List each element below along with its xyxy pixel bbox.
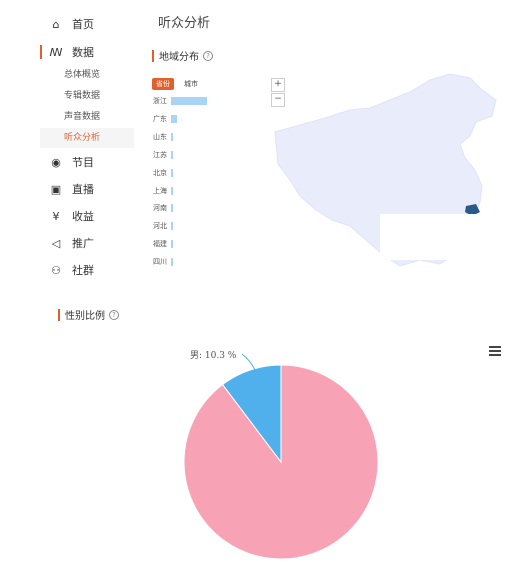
region-row[interactable]: 浙江	[153, 94, 263, 108]
region-bar	[171, 114, 178, 123]
region-bar	[171, 204, 173, 213]
region-bar-track	[171, 97, 251, 105]
gender-pie-chart	[183, 353, 379, 560]
region-row[interactable]: 四川	[153, 255, 263, 269]
page-title: 听众分析	[158, 16, 211, 31]
region-section-header: 地域分布 ?	[152, 48, 213, 63]
region-bar	[171, 132, 173, 141]
tab-province[interactable]: 省份	[152, 78, 174, 90]
sidebar-subitem-sound-data[interactable]: 声音数据	[40, 107, 134, 127]
promote-icon: ◁	[51, 236, 61, 250]
help-icon[interactable]: ?	[203, 50, 213, 61]
program-icon: ◉	[51, 155, 61, 169]
region-row[interactable]: 广东	[153, 112, 263, 126]
region-bar-track	[171, 258, 251, 267]
region-label: 河北	[153, 222, 167, 231]
chart-menu-icon[interactable]	[489, 346, 501, 356]
region-bar	[171, 258, 173, 267]
sidebar-item-label: 数据	[72, 46, 94, 59]
region-row[interactable]: 福建	[153, 237, 263, 251]
region-label: 四川	[153, 258, 167, 267]
region-label: 山东	[153, 132, 167, 141]
region-tabs: 省份 城市	[152, 78, 202, 90]
sidebar-item-label: 节目	[72, 156, 94, 169]
region-label: 福建	[153, 240, 167, 249]
region-bar	[171, 186, 173, 195]
region-row[interactable]: 山东	[153, 130, 263, 144]
map-tooltip-area	[380, 214, 486, 260]
sidebar-item-promote[interactable]: ◁ 推广	[0, 231, 135, 255]
gender-section-title: 性别比例	[65, 311, 105, 322]
sidebar: ⌂ 首页 ꟿ 数据 总体概览 专辑数据 声音数据 听众分析 ◉ 节目 ▣ 直播 …	[0, 0, 140, 290]
sidebar-item-income[interactable]: ¥ 收益	[0, 204, 135, 228]
pie-leader-line	[241, 353, 256, 371]
gender-section-header: 性别比例 ?	[58, 307, 119, 322]
region-bar	[171, 97, 207, 105]
sidebar-item-label: 首页	[72, 18, 94, 31]
region-bar-track	[171, 114, 251, 123]
sidebar-item-live[interactable]: ▣ 直播	[0, 177, 135, 201]
region-bar	[171, 168, 173, 177]
region-row[interactable]: 北京	[153, 166, 263, 180]
region-row[interactable]: 上海	[153, 184, 263, 198]
region-bar-track	[171, 240, 251, 249]
sidebar-item-label: 直播	[72, 183, 94, 196]
region-row[interactable]: 河北	[153, 219, 263, 233]
home-icon: ⌂	[52, 17, 60, 31]
region-row[interactable]: 江苏	[153, 148, 263, 162]
data-icon: ꟿ	[49, 45, 63, 59]
sidebar-item-label: 收益	[72, 210, 94, 223]
region-bar	[171, 240, 173, 249]
community-icon: ⚇	[51, 263, 61, 277]
sidebar-item-home[interactable]: ⌂ 首页	[0, 12, 135, 36]
sidebar-item-label: 社群	[72, 264, 94, 277]
region-bar	[171, 222, 173, 231]
help-icon[interactable]: ?	[109, 309, 119, 320]
region-label: 浙江	[153, 97, 167, 105]
region-row[interactable]: 河南	[153, 201, 263, 215]
pie-slice-女[interactable]	[183, 364, 379, 560]
region-bar-track	[171, 204, 251, 213]
region-bar-track	[171, 150, 251, 159]
sidebar-subitem-overview[interactable]: 总体概览	[40, 65, 134, 85]
sidebar-item-data[interactable]: ꟿ 数据	[0, 40, 135, 64]
region-bar-track	[171, 132, 251, 141]
sidebar-item-community[interactable]: ⚇ 社群	[0, 258, 135, 282]
region-label: 北京	[153, 168, 167, 177]
region-label: 河南	[153, 204, 167, 213]
region-label: 上海	[153, 186, 167, 195]
region-bar	[171, 150, 173, 159]
sidebar-item-label: 推广	[72, 237, 94, 250]
region-label: 广东	[153, 114, 167, 123]
region-bar-track	[171, 168, 251, 177]
region-bar-track	[171, 186, 251, 195]
region-label: 江苏	[153, 150, 167, 159]
region-section-title: 地域分布	[159, 52, 199, 63]
income-icon: ¥	[52, 209, 60, 223]
tab-city[interactable]: 城市	[180, 78, 202, 90]
sidebar-item-program[interactable]: ◉ 节目	[0, 150, 135, 174]
sidebar-subitem-album-data[interactable]: 专辑数据	[40, 86, 134, 106]
sidebar-subitem-listener-analysis[interactable]: 听众分析	[40, 128, 134, 148]
region-bar-track	[171, 222, 251, 231]
live-icon: ▣	[50, 182, 62, 196]
active-marker	[40, 45, 42, 59]
